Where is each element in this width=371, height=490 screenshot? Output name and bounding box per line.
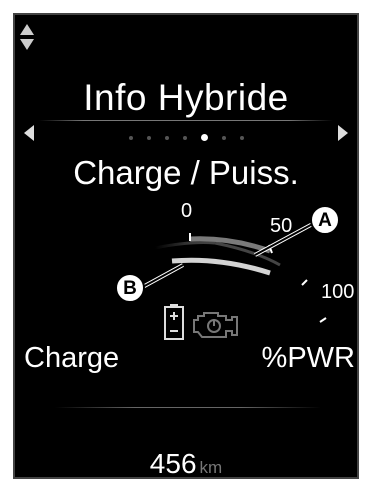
- hybrid-info-display: Info Hybride Charge / Puiss. 0 50 100 A …: [13, 13, 359, 479]
- gauge-tick: [301, 279, 308, 286]
- gauge-label-zero: 0: [181, 200, 193, 222]
- power-gauge: [138, 218, 327, 323]
- divider-bottom: [55, 407, 321, 408]
- odometer: 456 km: [15, 448, 357, 479]
- gauge-charge-bar: [171, 257, 271, 276]
- odometer-unit: km: [199, 458, 223, 477]
- engine-icon: [193, 312, 238, 338]
- callout-b: B: [115, 273, 145, 303]
- callout-leader-b: [138, 264, 184, 290]
- power-percent-label: %PWR: [261, 342, 355, 374]
- odometer-value: 456: [149, 448, 197, 479]
- gauge-label-hundred: 100: [321, 281, 355, 303]
- battery-icon: [164, 304, 184, 340]
- charge-label: Charge: [24, 342, 120, 374]
- gauge-track: [154, 241, 216, 250]
- gauge-tick: [319, 317, 327, 323]
- gauge-label-fifty: 50: [270, 215, 293, 237]
- callout-a: A: [310, 205, 340, 235]
